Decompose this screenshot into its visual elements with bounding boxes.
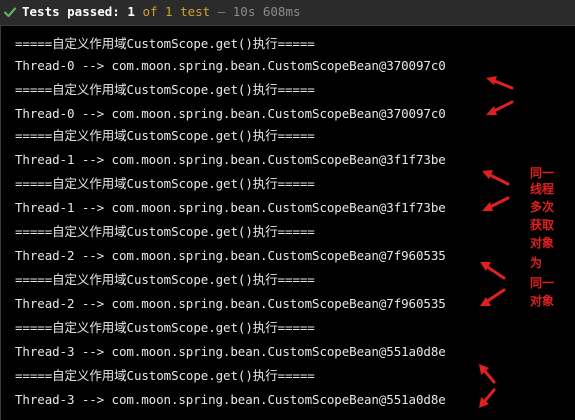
test-status-bar: Tests passed: 1 of 1 test – 10s 608ms xyxy=(0,0,575,26)
log-line: Thread-3 --> com.moon.spring.bean.Custom… xyxy=(15,344,446,359)
red-arrow-icon xyxy=(486,76,514,90)
test-status-text: Tests passed: 1 of 1 test – 10s 608ms xyxy=(22,4,301,20)
test-duration: 10s 608ms xyxy=(232,4,301,19)
log-line: Thread-3 --> com.moon.spring.bean.Custom… xyxy=(15,392,446,407)
annotation-line: 获取 xyxy=(530,218,555,232)
red-arrow-icon xyxy=(479,388,496,408)
log-line: Thread-0 --> com.moon.spring.bean.Custom… xyxy=(15,58,446,73)
log-line: =====自定义作用域CustomScope.get()执行===== xyxy=(15,272,315,287)
annotation-line: 为 xyxy=(530,256,543,270)
log-line: Thread-2 --> com.moon.spring.bean.Custom… xyxy=(15,248,446,263)
total-tests-text: of 1 test xyxy=(142,4,211,19)
log-line: Thread-2 --> com.moon.spring.bean.Custom… xyxy=(15,296,446,311)
annotation-line: 对象 xyxy=(530,236,555,250)
separator: – xyxy=(217,4,226,19)
red-arrow-icon xyxy=(480,288,506,306)
log-line: Thread-1 --> com.moon.spring.bean.Custom… xyxy=(15,152,446,167)
log-line: =====自定义作用域CustomScope.get()执行===== xyxy=(15,368,315,383)
annotation-line: 多次 xyxy=(530,200,555,214)
test-runner-panel: Tests passed: 1 of 1 test – 10s 608ms ==… xyxy=(0,0,575,420)
red-arrow-icon xyxy=(486,100,514,115)
red-arrow-icon xyxy=(482,170,510,186)
log-line: =====自定义作用域CustomScope.get()执行===== xyxy=(15,36,315,51)
check-icon xyxy=(3,7,17,18)
log-line: =====自定义作用域CustomScope.get()执行===== xyxy=(15,128,315,143)
annotation-line: 同一 xyxy=(530,166,555,180)
log-line: =====自定义作用域CustomScope.get()执行===== xyxy=(15,224,315,239)
log-line: Thread-0 --> com.moon.spring.bean.Custom… xyxy=(15,106,446,121)
passed-count: 1 xyxy=(127,4,135,19)
log-line: =====自定义作用域CustomScope.get()执行===== xyxy=(15,82,315,97)
log-line: =====自定义作用域CustomScope.get()执行===== xyxy=(15,176,315,191)
annotation-line: 对象 xyxy=(530,294,555,308)
red-arrow-icon xyxy=(479,364,496,384)
log-line: Thread-1 --> com.moon.spring.bean.Custom… xyxy=(15,200,446,215)
annotation-line: 线程 xyxy=(530,182,555,196)
red-arrow-icon xyxy=(482,196,510,211)
log-line: =====自定义作用域CustomScope.get()执行===== xyxy=(15,320,315,335)
annotation-line: 同一 xyxy=(530,276,555,290)
red-arrow-icon xyxy=(480,262,506,280)
tests-passed-label: Tests passed: xyxy=(22,4,120,19)
